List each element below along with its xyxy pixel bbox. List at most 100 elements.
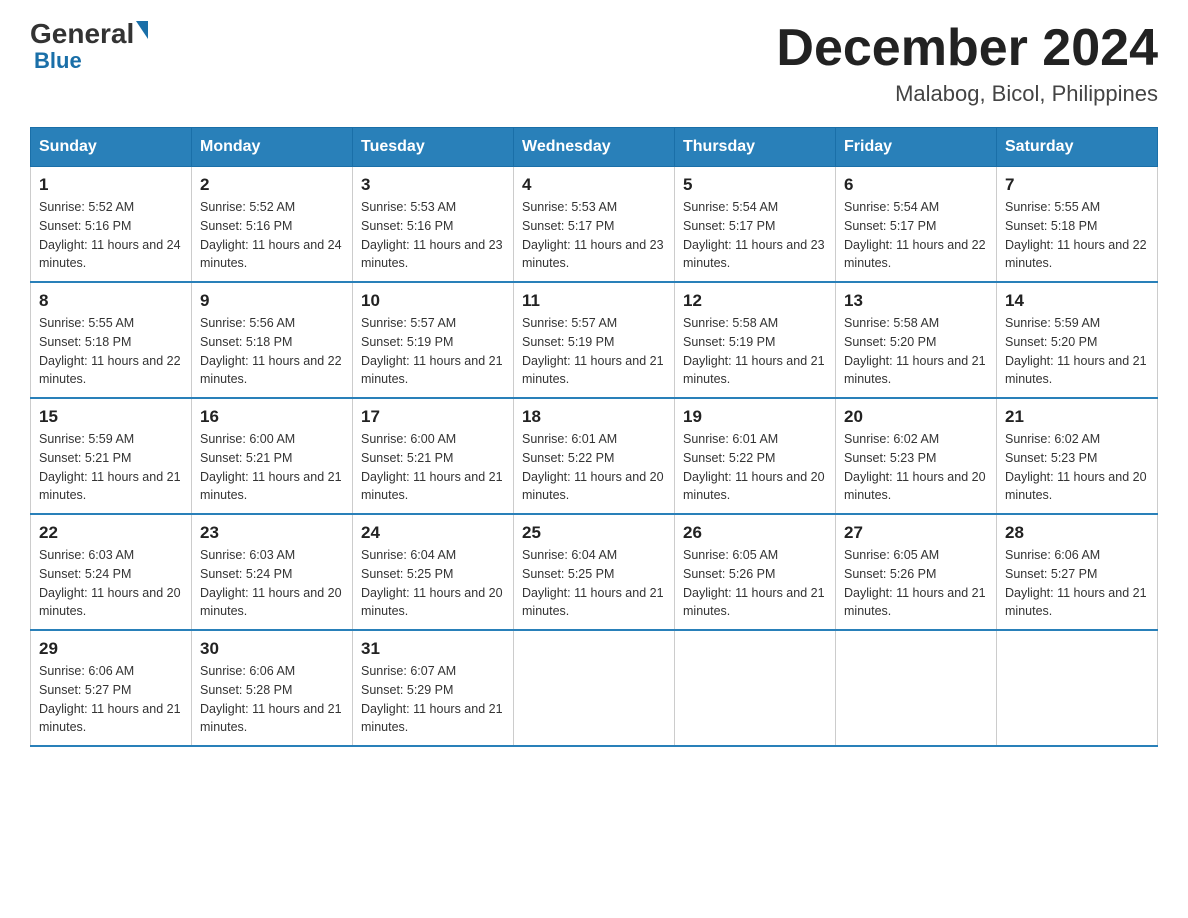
day-number: 7 bbox=[1005, 175, 1149, 195]
day-number: 1 bbox=[39, 175, 183, 195]
calendar-cell: 21 Sunrise: 6:02 AM Sunset: 5:23 PM Dayl… bbox=[997, 398, 1158, 514]
calendar-cell: 19 Sunrise: 6:01 AM Sunset: 5:22 PM Dayl… bbox=[675, 398, 836, 514]
day-info: Sunrise: 5:55 AM Sunset: 5:18 PM Dayligh… bbox=[1005, 198, 1149, 273]
day-number: 24 bbox=[361, 523, 505, 543]
calendar-cell: 18 Sunrise: 6:01 AM Sunset: 5:22 PM Dayl… bbox=[514, 398, 675, 514]
day-info: Sunrise: 6:04 AM Sunset: 5:25 PM Dayligh… bbox=[522, 546, 666, 621]
calendar-cell: 27 Sunrise: 6:05 AM Sunset: 5:26 PM Dayl… bbox=[836, 514, 997, 630]
day-info: Sunrise: 6:03 AM Sunset: 5:24 PM Dayligh… bbox=[39, 546, 183, 621]
day-info: Sunrise: 5:56 AM Sunset: 5:18 PM Dayligh… bbox=[200, 314, 344, 389]
day-info: Sunrise: 6:06 AM Sunset: 5:27 PM Dayligh… bbox=[39, 662, 183, 737]
day-number: 31 bbox=[361, 639, 505, 659]
day-number: 29 bbox=[39, 639, 183, 659]
calendar-cell: 24 Sunrise: 6:04 AM Sunset: 5:25 PM Dayl… bbox=[353, 514, 514, 630]
day-number: 10 bbox=[361, 291, 505, 311]
calendar-week-row: 15 Sunrise: 5:59 AM Sunset: 5:21 PM Dayl… bbox=[31, 398, 1158, 514]
calendar-cell: 16 Sunrise: 6:00 AM Sunset: 5:21 PM Dayl… bbox=[192, 398, 353, 514]
day-info: Sunrise: 5:59 AM Sunset: 5:20 PM Dayligh… bbox=[1005, 314, 1149, 389]
calendar-cell bbox=[675, 630, 836, 746]
calendar-week-row: 22 Sunrise: 6:03 AM Sunset: 5:24 PM Dayl… bbox=[31, 514, 1158, 630]
calendar-cell: 29 Sunrise: 6:06 AM Sunset: 5:27 PM Dayl… bbox=[31, 630, 192, 746]
calendar-cell: 12 Sunrise: 5:58 AM Sunset: 5:19 PM Dayl… bbox=[675, 282, 836, 398]
day-number: 17 bbox=[361, 407, 505, 427]
day-info: Sunrise: 5:57 AM Sunset: 5:19 PM Dayligh… bbox=[361, 314, 505, 389]
day-info: Sunrise: 5:54 AM Sunset: 5:17 PM Dayligh… bbox=[844, 198, 988, 273]
day-number: 13 bbox=[844, 291, 988, 311]
day-info: Sunrise: 6:06 AM Sunset: 5:27 PM Dayligh… bbox=[1005, 546, 1149, 621]
day-number: 18 bbox=[522, 407, 666, 427]
calendar-header-tuesday: Tuesday bbox=[353, 128, 514, 167]
day-info: Sunrise: 6:05 AM Sunset: 5:26 PM Dayligh… bbox=[683, 546, 827, 621]
day-info: Sunrise: 5:57 AM Sunset: 5:19 PM Dayligh… bbox=[522, 314, 666, 389]
day-number: 26 bbox=[683, 523, 827, 543]
day-number: 30 bbox=[200, 639, 344, 659]
day-number: 9 bbox=[200, 291, 344, 311]
calendar-header-monday: Monday bbox=[192, 128, 353, 167]
day-info: Sunrise: 6:05 AM Sunset: 5:26 PM Dayligh… bbox=[844, 546, 988, 621]
calendar-cell: 8 Sunrise: 5:55 AM Sunset: 5:18 PM Dayli… bbox=[31, 282, 192, 398]
calendar-cell: 28 Sunrise: 6:06 AM Sunset: 5:27 PM Dayl… bbox=[997, 514, 1158, 630]
calendar-cell: 26 Sunrise: 6:05 AM Sunset: 5:26 PM Dayl… bbox=[675, 514, 836, 630]
title-block: December 2024 Malabog, Bicol, Philippine… bbox=[776, 20, 1158, 107]
calendar-cell: 31 Sunrise: 6:07 AM Sunset: 5:29 PM Dayl… bbox=[353, 630, 514, 746]
day-number: 19 bbox=[683, 407, 827, 427]
day-info: Sunrise: 6:02 AM Sunset: 5:23 PM Dayligh… bbox=[1005, 430, 1149, 505]
calendar-cell: 7 Sunrise: 5:55 AM Sunset: 5:18 PM Dayli… bbox=[997, 167, 1158, 283]
calendar-cell: 9 Sunrise: 5:56 AM Sunset: 5:18 PM Dayli… bbox=[192, 282, 353, 398]
day-number: 11 bbox=[522, 291, 666, 311]
calendar-cell: 4 Sunrise: 5:53 AM Sunset: 5:17 PM Dayli… bbox=[514, 167, 675, 283]
day-number: 4 bbox=[522, 175, 666, 195]
day-info: Sunrise: 5:58 AM Sunset: 5:19 PM Dayligh… bbox=[683, 314, 827, 389]
day-info: Sunrise: 5:53 AM Sunset: 5:16 PM Dayligh… bbox=[361, 198, 505, 273]
calendar-cell: 25 Sunrise: 6:04 AM Sunset: 5:25 PM Dayl… bbox=[514, 514, 675, 630]
day-number: 20 bbox=[844, 407, 988, 427]
calendar-cell: 17 Sunrise: 6:00 AM Sunset: 5:21 PM Dayl… bbox=[353, 398, 514, 514]
day-info: Sunrise: 5:55 AM Sunset: 5:18 PM Dayligh… bbox=[39, 314, 183, 389]
calendar-week-row: 8 Sunrise: 5:55 AM Sunset: 5:18 PM Dayli… bbox=[31, 282, 1158, 398]
day-number: 3 bbox=[361, 175, 505, 195]
day-info: Sunrise: 6:03 AM Sunset: 5:24 PM Dayligh… bbox=[200, 546, 344, 621]
calendar-cell: 14 Sunrise: 5:59 AM Sunset: 5:20 PM Dayl… bbox=[997, 282, 1158, 398]
calendar-cell bbox=[514, 630, 675, 746]
logo: General Blue bbox=[30, 20, 148, 74]
day-number: 6 bbox=[844, 175, 988, 195]
logo-blue-text: Blue bbox=[34, 48, 82, 74]
calendar-cell bbox=[836, 630, 997, 746]
day-info: Sunrise: 6:01 AM Sunset: 5:22 PM Dayligh… bbox=[522, 430, 666, 505]
calendar-cell: 13 Sunrise: 5:58 AM Sunset: 5:20 PM Dayl… bbox=[836, 282, 997, 398]
day-number: 14 bbox=[1005, 291, 1149, 311]
day-number: 8 bbox=[39, 291, 183, 311]
calendar-subtitle: Malabog, Bicol, Philippines bbox=[776, 81, 1158, 107]
day-info: Sunrise: 6:04 AM Sunset: 5:25 PM Dayligh… bbox=[361, 546, 505, 621]
day-info: Sunrise: 5:52 AM Sunset: 5:16 PM Dayligh… bbox=[200, 198, 344, 273]
day-number: 22 bbox=[39, 523, 183, 543]
calendar-table: SundayMondayTuesdayWednesdayThursdayFrid… bbox=[30, 127, 1158, 747]
calendar-header-row: SundayMondayTuesdayWednesdayThursdayFrid… bbox=[31, 128, 1158, 167]
calendar-week-row: 1 Sunrise: 5:52 AM Sunset: 5:16 PM Dayli… bbox=[31, 167, 1158, 283]
day-info: Sunrise: 5:58 AM Sunset: 5:20 PM Dayligh… bbox=[844, 314, 988, 389]
logo-general-text: General bbox=[30, 20, 134, 48]
calendar-header-friday: Friday bbox=[836, 128, 997, 167]
day-info: Sunrise: 5:59 AM Sunset: 5:21 PM Dayligh… bbox=[39, 430, 183, 505]
day-info: Sunrise: 5:52 AM Sunset: 5:16 PM Dayligh… bbox=[39, 198, 183, 273]
calendar-header-thursday: Thursday bbox=[675, 128, 836, 167]
day-info: Sunrise: 6:06 AM Sunset: 5:28 PM Dayligh… bbox=[200, 662, 344, 737]
day-number: 25 bbox=[522, 523, 666, 543]
day-info: Sunrise: 5:54 AM Sunset: 5:17 PM Dayligh… bbox=[683, 198, 827, 273]
calendar-cell: 3 Sunrise: 5:53 AM Sunset: 5:16 PM Dayli… bbox=[353, 167, 514, 283]
day-number: 23 bbox=[200, 523, 344, 543]
calendar-title: December 2024 bbox=[776, 20, 1158, 77]
calendar-cell: 30 Sunrise: 6:06 AM Sunset: 5:28 PM Dayl… bbox=[192, 630, 353, 746]
day-info: Sunrise: 5:53 AM Sunset: 5:17 PM Dayligh… bbox=[522, 198, 666, 273]
day-number: 2 bbox=[200, 175, 344, 195]
day-number: 21 bbox=[1005, 407, 1149, 427]
calendar-week-row: 29 Sunrise: 6:06 AM Sunset: 5:27 PM Dayl… bbox=[31, 630, 1158, 746]
day-info: Sunrise: 6:00 AM Sunset: 5:21 PM Dayligh… bbox=[200, 430, 344, 505]
day-number: 5 bbox=[683, 175, 827, 195]
calendar-cell: 11 Sunrise: 5:57 AM Sunset: 5:19 PM Dayl… bbox=[514, 282, 675, 398]
calendar-cell: 20 Sunrise: 6:02 AM Sunset: 5:23 PM Dayl… bbox=[836, 398, 997, 514]
logo-arrow-icon bbox=[136, 21, 148, 39]
calendar-cell: 23 Sunrise: 6:03 AM Sunset: 5:24 PM Dayl… bbox=[192, 514, 353, 630]
calendar-cell: 2 Sunrise: 5:52 AM Sunset: 5:16 PM Dayli… bbox=[192, 167, 353, 283]
day-info: Sunrise: 6:07 AM Sunset: 5:29 PM Dayligh… bbox=[361, 662, 505, 737]
